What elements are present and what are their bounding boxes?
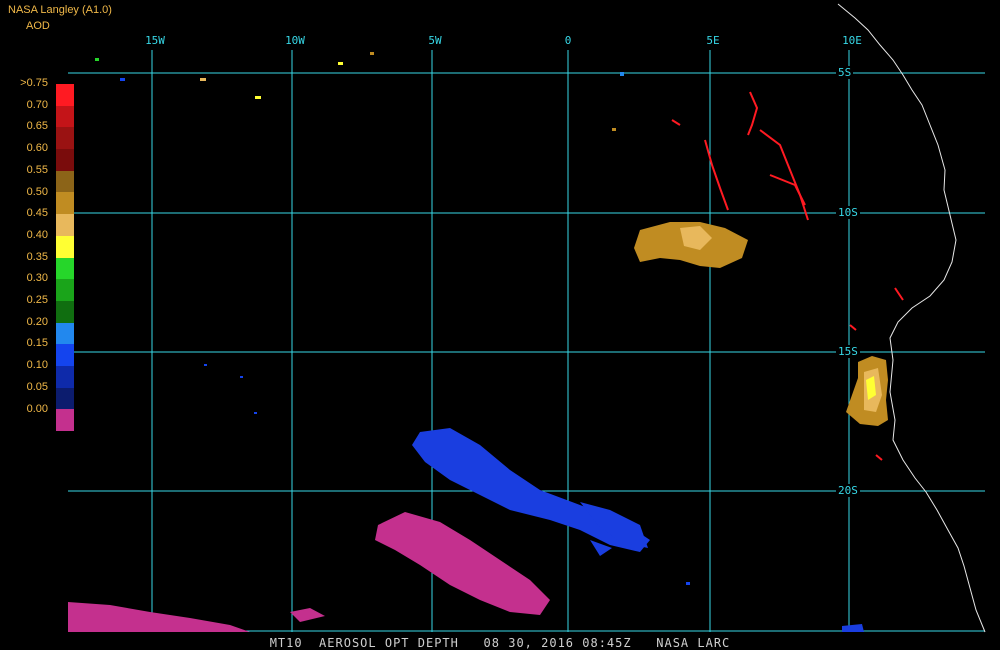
colorbar-swatch [56,322,74,345]
colorbar-tick-label: 0.10 [26,359,48,372]
colorbar-tick-label: 0.50 [26,185,48,198]
lon-label-15w: 15W [145,34,165,47]
lon-label-10w: 10W [285,34,305,47]
colorbar-swatch [56,235,74,258]
colorbar-tick-label: 0.30 [26,272,48,285]
lat-label-5s: 5S [836,66,854,79]
colorbar-tick-label: 0.35 [26,250,48,263]
lon-label-10e: 10E [842,34,862,47]
colorbar-swatch [56,365,74,388]
aod-low-plume [68,512,550,632]
lon-label-5e: 5E [706,34,720,47]
lat-label-10s: 10S [836,206,860,219]
colorbar-swatch [56,300,74,323]
colorbar-tick-label: 0.20 [26,315,48,328]
aod-blue-plume [412,428,864,632]
colorbar-tick-label: 0.55 [26,163,48,176]
africa-coastline [837,3,986,633]
aod-map [68,3,986,633]
colorbar-swatch [56,84,74,106]
colorbar-tick-label: 0.70 [26,98,48,111]
colorbar-tick-label: 0.65 [26,120,48,133]
colorbar-tick-label: 0.60 [26,142,48,155]
colorbar-swatch [56,105,74,128]
lon-label-0: 0 [564,34,572,47]
colorbar-tick-label: >0.75 [20,77,48,89]
colorbar-swatch [56,279,74,301]
colorbar-tick-label: 0.00 [26,402,48,415]
colorbar-tick-label: 0.15 [26,337,48,350]
image-caption: MT10 AEROSOL OPT DEPTH 08 30, 2016 08:45… [269,636,731,650]
colorbar-swatch [56,170,74,193]
colorbar-swatch [56,127,74,150]
lat-label-20s: 20S [836,484,860,497]
colorbar-tick-label: 0.40 [26,228,48,241]
colorbar-swatch [56,409,74,431]
colorbar-swatch [56,192,74,215]
colorbar-swatch [56,149,74,171]
lon-label-5w: 5W [428,34,442,47]
colorbar-swatch [56,257,74,280]
lat-lon-grid [68,50,985,632]
aod-scattered-north [95,52,624,131]
aod-gold-plume [634,222,888,426]
colorbar-swatch [56,387,74,410]
colorbar-tick-label: 0.05 [26,380,48,393]
colorbar-swatch [56,214,74,236]
colorbar-title: AOD [26,20,50,32]
colorbar-swatch [56,344,74,366]
lat-label-15s: 15S [836,345,860,358]
product-title: NASA Langley (A1.0) [8,4,112,16]
colorbar-tick-label: 0.45 [26,207,48,220]
colorbar-tick-label: 0.25 [26,294,48,306]
aod-colorbar [56,84,74,431]
